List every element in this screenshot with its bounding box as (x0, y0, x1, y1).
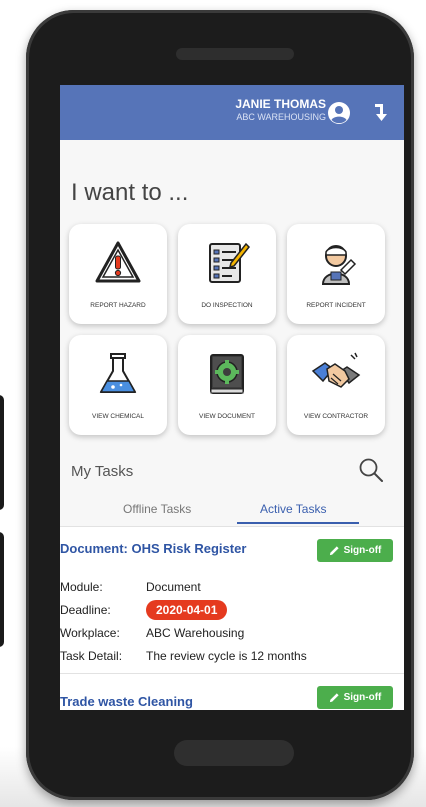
user-profile-button[interactable] (324, 98, 354, 128)
phone-home-button[interactable] (174, 740, 294, 766)
app-screen: JANIE THOMAS ABC WAREHOUSING I want to .… (60, 85, 404, 710)
search-button[interactable] (358, 457, 384, 483)
sign-off-label: Sign-off (343, 545, 382, 556)
tile-report-hazard[interactable]: REPORT HAZARD (69, 224, 167, 324)
deadline-badge: 2020-04-01 (146, 600, 228, 620)
flask-icon (99, 353, 137, 393)
app-header: JANIE THOMAS ABC WAREHOUSING (60, 85, 404, 140)
field-value: ABC Warehousing (146, 626, 245, 640)
field-label: Deadline: (60, 603, 111, 617)
field-value: Document (146, 580, 201, 594)
field-label: Module: (60, 580, 103, 594)
side-button-upper (0, 395, 4, 510)
tile-do-inspection[interactable]: DO INSPECTION (178, 224, 276, 324)
search-icon (359, 458, 383, 482)
phone-speaker (176, 48, 294, 60)
tile-view-chemical[interactable]: VIEW CHEMICAL (69, 335, 167, 435)
task-title[interactable]: Document: OHS Risk Register (60, 541, 246, 556)
tile-report-incident[interactable]: REPORT INCIDENT (287, 224, 385, 324)
handshake-icon (311, 352, 361, 388)
tab-active-tasks[interactable]: Active Tasks (260, 502, 326, 516)
my-tasks-title: My Tasks (71, 463, 134, 480)
task-card: Document: OHS Risk Register Sign-off Mod… (60, 526, 404, 673)
pencil-icon (329, 546, 339, 556)
tile-label: REPORT HAZARD (90, 302, 146, 309)
tile-view-contractor[interactable]: VIEW CONTRACTOR (287, 335, 385, 435)
user-name: JANIE THOMAS (235, 97, 326, 111)
sign-off-label: Sign-off (343, 692, 382, 703)
tab-offline-tasks[interactable]: Offline Tasks (123, 502, 191, 516)
tile-view-document[interactable]: VIEW DOCUMENT (178, 335, 276, 435)
tile-label: VIEW CHEMICAL (91, 413, 144, 420)
task-title[interactable]: Trade waste Cleaning (60, 694, 193, 709)
download-button[interactable] (370, 98, 394, 128)
sign-off-button[interactable]: Sign-off (317, 686, 393, 709)
tile-label: VIEW CONTRACTOR (303, 413, 369, 420)
injured-person-icon (321, 245, 357, 285)
tile-label: VIEW DOCUMENT (199, 413, 255, 420)
warning-icon (95, 241, 141, 283)
sign-off-button[interactable]: Sign-off (317, 539, 393, 562)
page-heading: I want to ... (71, 179, 189, 206)
field-value: The review cycle is 12 months (146, 649, 307, 663)
user-circle-icon (328, 102, 350, 124)
tile-label: DO INSPECTION (201, 302, 253, 309)
field-label: Workplace: (60, 626, 120, 640)
book-gear-icon (210, 354, 244, 394)
user-company: ABC WAREHOUSING (236, 112, 326, 122)
clipboard-checklist-icon (209, 242, 251, 283)
active-tab-indicator (237, 522, 359, 524)
pencil-icon (329, 693, 339, 703)
tile-label: REPORT INCIDENT (306, 302, 366, 309)
field-label: Task Detail: (60, 649, 123, 663)
task-card: Trade waste Cleaning Sign-off (60, 673, 404, 710)
download-arrow-icon (375, 104, 387, 121)
side-button-lower (0, 532, 4, 647)
